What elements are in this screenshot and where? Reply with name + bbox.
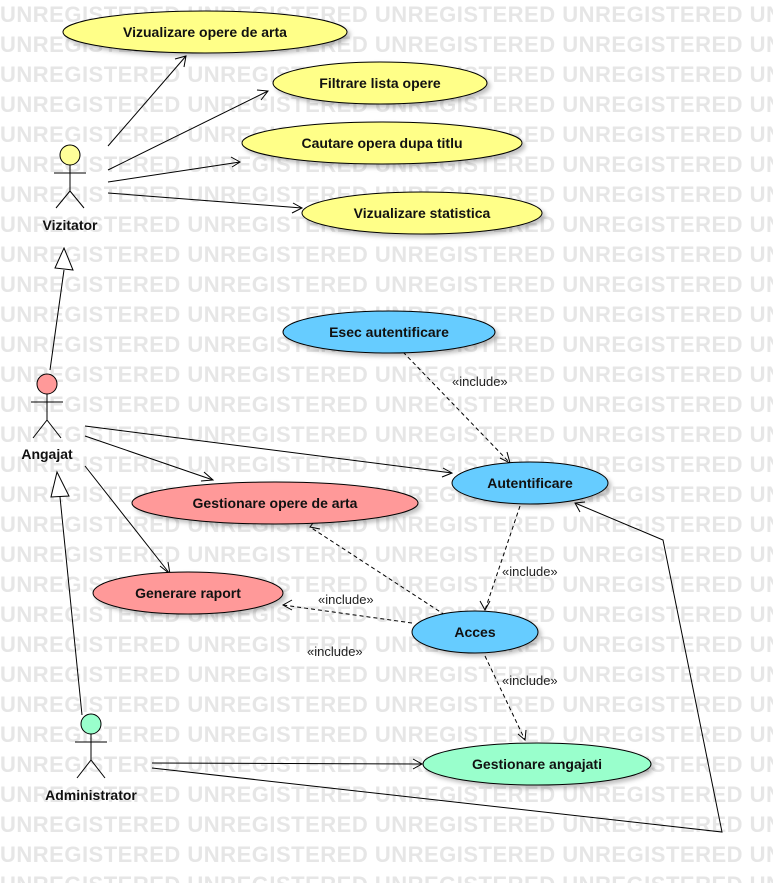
use-case-diagram: «include» «include» «include» «include» … <box>21 10 723 833</box>
include-label: «include» <box>307 644 363 659</box>
use-case-label: Vizualizare opere de arta <box>123 24 287 40</box>
use-case-label: Autentificare <box>487 475 573 491</box>
arrow-head <box>517 729 527 742</box>
assoc-admin-autentificare <box>151 502 723 833</box>
generalization-angajat-vizitator <box>49 269 65 371</box>
actor-vizitator[interactable] <box>54 144 86 209</box>
generalization-head <box>54 246 74 271</box>
assoc-vizitator-statistica <box>107 192 303 209</box>
assoc-angajat-autentificare <box>84 425 453 474</box>
include-label: «include» <box>318 592 374 607</box>
include-label: «include» <box>502 673 558 688</box>
actor-angajat[interactable] <box>31 373 63 439</box>
actor-label: Administrator <box>45 787 137 803</box>
include-autentificare-acces <box>484 505 521 611</box>
use-case-label: Filtrare lista opere <box>319 75 441 91</box>
assoc-vizitator-cautare <box>107 161 241 183</box>
use-case-label: Gestionare opere de arta <box>193 495 358 511</box>
include-acces-raport <box>282 604 413 624</box>
use-case-label: Generare raport <box>135 585 241 601</box>
generalization-head <box>50 470 70 498</box>
include-acces-angajati <box>484 655 526 741</box>
use-case-label: Esec autentificare <box>329 324 449 340</box>
assoc-angajat-gestionare-opere <box>84 435 214 481</box>
use-case-label: Cautare opera dupa titlu <box>301 135 462 151</box>
assoc-admin-angajati <box>151 762 423 765</box>
assoc-angajat-raport <box>84 465 171 575</box>
use-case-label: Vizualizare statistica <box>354 205 491 221</box>
include-esec-autentificare <box>402 351 511 464</box>
use-case-label: Gestionare angajati <box>472 756 602 772</box>
include-label: «include» <box>452 374 508 389</box>
use-case-label: Acces <box>454 624 495 640</box>
include-label: «include» <box>502 564 558 579</box>
actor-label: Vizitator <box>43 217 99 233</box>
actor-administrator[interactable] <box>75 713 107 779</box>
assoc-vizitator-vizualizare <box>107 55 187 147</box>
actor-label: Angajat <box>21 446 73 462</box>
generalization-admin-angajat <box>59 496 83 716</box>
assoc-vizitator-filtrare <box>107 90 269 171</box>
